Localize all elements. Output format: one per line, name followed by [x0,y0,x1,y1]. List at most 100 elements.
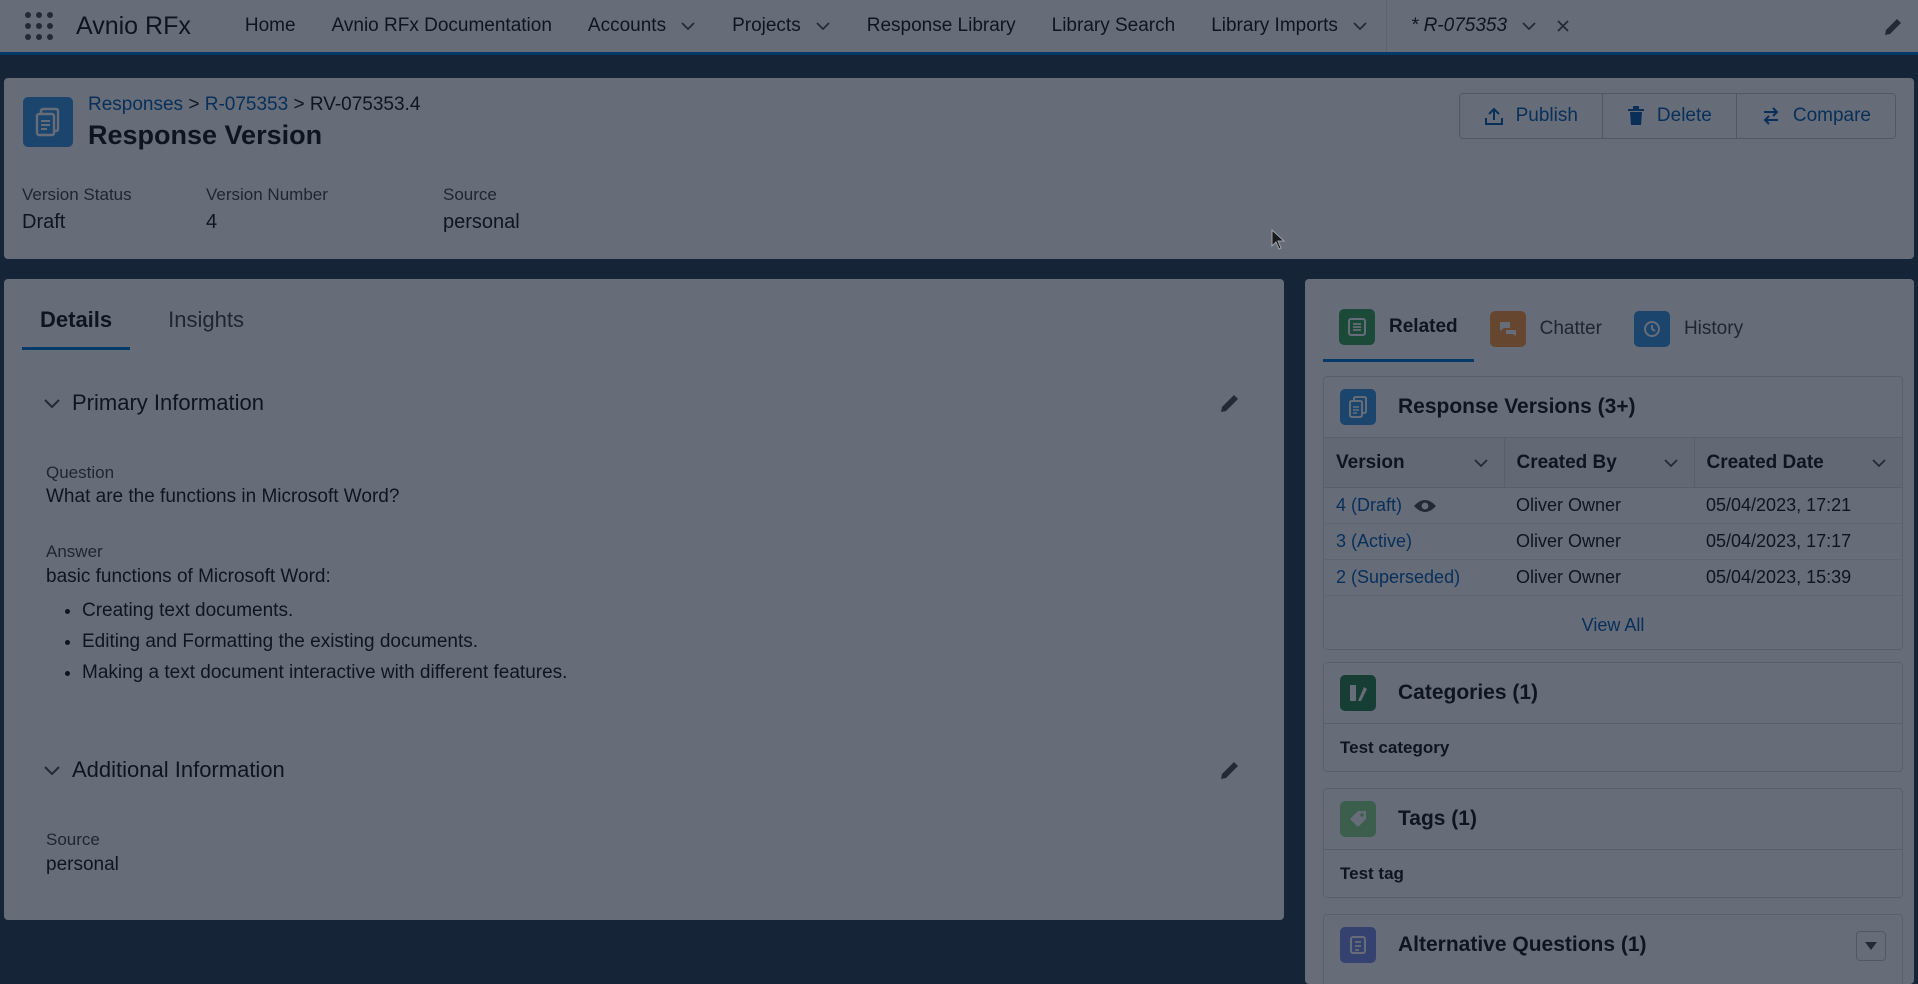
table-row: 4 (Draft) Oliver Owner 05/04/2023, 17:21 [1324,487,1902,524]
related-list-title[interactable]: Alternative Questions (1) [1398,933,1647,957]
column-header-created-date[interactable]: Created Date [1694,437,1902,488]
related-list-header: Response Versions (3+) [1324,377,1902,437]
tab-insights[interactable]: Insights [150,301,262,350]
response-versions-related-list: Response Versions (3+) Version Created B… [1323,376,1903,650]
related-list-header: Tags (1) [1324,789,1902,849]
chevron-down-icon[interactable] [1352,18,1368,34]
version-link[interactable]: 2 (Superseded) [1324,559,1504,596]
list-item: Editing and Formatting the existing docu… [82,631,567,653]
chevron-down-icon[interactable] [1472,454,1490,472]
related-tabs: Related Chatter History [1323,309,1759,362]
upload-icon [1484,107,1503,125]
nav-item-library-search[interactable]: Library Search [1034,0,1194,52]
edit-pencil-icon[interactable] [1218,391,1242,415]
version-link[interactable]: 4 (Draft) [1324,487,1504,524]
mouse-cursor-icon [1271,229,1286,250]
column-header-created-by[interactable]: Created By [1504,437,1695,488]
nav-item-accounts[interactable]: Accounts [570,0,714,52]
source-value: personal [46,854,119,875]
tag-icon [1340,801,1376,837]
close-icon[interactable] [1555,18,1571,34]
view-all-link[interactable]: View All [1324,596,1902,654]
answer-list: Creating text documents. Editing and For… [82,600,567,693]
nav-items: Home Avnio RFx Documentation Accounts Pr… [227,0,1589,52]
chevron-down-icon[interactable] [1870,454,1888,472]
publish-button[interactable]: Publish [1460,94,1603,138]
chatter-icon [1489,310,1526,347]
chevron-down-icon [44,399,60,409]
breadcrumb-current: RV-075353.4 [309,94,421,115]
alternative-questions-related-list: Alternative Questions (1) [1323,914,1903,984]
related-list-title[interactable]: Categories (1) [1398,681,1538,705]
response-version-icon [1340,389,1376,425]
related-list-header: Categories (1) [1324,663,1902,723]
tab-details[interactable]: Details [22,301,131,350]
app-root: Avnio RFx Home Avnio RFx Documentation A… [0,0,1918,984]
related-panel: Related Chatter History Response Version… [1305,279,1914,984]
related-list-title[interactable]: Response Versions (3+) [1398,395,1636,419]
primary-information-section-toggle[interactable]: Primary Information [42,390,264,416]
chevron-down-icon[interactable] [1521,18,1537,34]
version-link[interactable]: 3 (Active) [1324,523,1504,560]
alternative-questions-icon [1340,927,1376,963]
source-label: Source [46,830,100,849]
section-title: Primary Information [72,390,264,415]
nav-item-home[interactable]: Home [227,0,314,52]
related-list-actions-dropdown[interactable] [1856,931,1886,961]
chevron-down-icon [44,766,60,776]
section-title: Additional Information [72,757,285,782]
question-label: Question [46,463,115,482]
details-card: Details Insights Primary Information Que… [4,279,1284,920]
highlights-panel: Version Status Draft Version Number 4 So… [22,185,520,234]
list-item: Making a text document interactive with … [82,662,567,684]
tab-history[interactable]: History [1618,309,1759,362]
app-launcher-icon[interactable] [22,9,56,43]
app-name: Avnio RFx [76,11,191,40]
header-actions: Publish Delete Compare [1458,93,1896,139]
trash-icon [1627,106,1644,125]
response-versions-table: Version Created By Created Date 4 (Draft… [1324,437,1902,596]
table-row: 2 (Superseded) Oliver Owner 05/04/2023, … [1324,559,1902,596]
breadcrumb: Responses > R-075353 > RV-075353.4 [88,94,421,115]
page-title: Response Version [88,120,323,150]
record-header: Responses > R-075353 > RV-075353.4 Respo… [4,78,1914,259]
caret-down-icon [1865,942,1877,950]
additional-information-section-toggle[interactable]: Additional Information [42,757,285,783]
global-navigation-bar: Avnio RFx Home Avnio RFx Documentation A… [0,0,1918,55]
answer-intro: basic functions of Microsoft Word: [46,566,331,587]
chevron-down-icon[interactable] [815,18,831,34]
breadcrumb-responses-link[interactable]: Responses [88,94,183,115]
edit-pencil-icon[interactable] [1218,758,1242,782]
source-field: Source personal [443,185,520,233]
swap-icon [1763,107,1779,125]
related-list-header: Alternative Questions (1) [1324,915,1902,975]
nav-item-projects[interactable]: Projects [714,0,849,52]
chevron-down-icon[interactable] [1662,454,1680,472]
related-list-title[interactable]: Tags (1) [1398,807,1477,831]
tab-chatter[interactable]: Chatter [1474,309,1618,362]
column-header-version[interactable]: Version [1324,437,1505,488]
version-number-field: Version Number 4 [206,185,328,233]
answer-label: Answer [46,542,103,561]
nav-item-library-imports[interactable]: Library Imports [1193,0,1386,52]
delete-button[interactable]: Delete [1603,94,1737,138]
question-value: What are the functions in Microsoft Word… [46,486,400,507]
chevron-down-icon[interactable] [680,18,696,34]
related-list-icon [1339,309,1375,345]
category-item: Test category [1324,723,1902,772]
eye-icon [1414,500,1437,513]
response-version-record-icon [23,97,73,147]
breadcrumb-record-link[interactable]: R-075353 [205,94,288,115]
list-item: Creating text documents. [82,600,567,622]
nav-item-documentation[interactable]: Avnio RFx Documentation [314,0,570,52]
tags-related-list: Tags (1) Test tag [1323,788,1903,898]
detail-tabs: Details Insights [22,301,262,350]
tab-related[interactable]: Related [1323,309,1474,362]
version-status-field: Version Status Draft [22,185,132,233]
edit-nav-pencil-icon[interactable] [1882,16,1904,38]
nav-tab-active-record[interactable]: * R-075353 [1385,0,1589,52]
nav-item-response-library[interactable]: Response Library [849,0,1034,52]
compare-button[interactable]: Compare [1737,94,1895,138]
categories-related-list: Categories (1) Test category [1323,662,1903,772]
tag-item: Test tag [1324,849,1902,898]
